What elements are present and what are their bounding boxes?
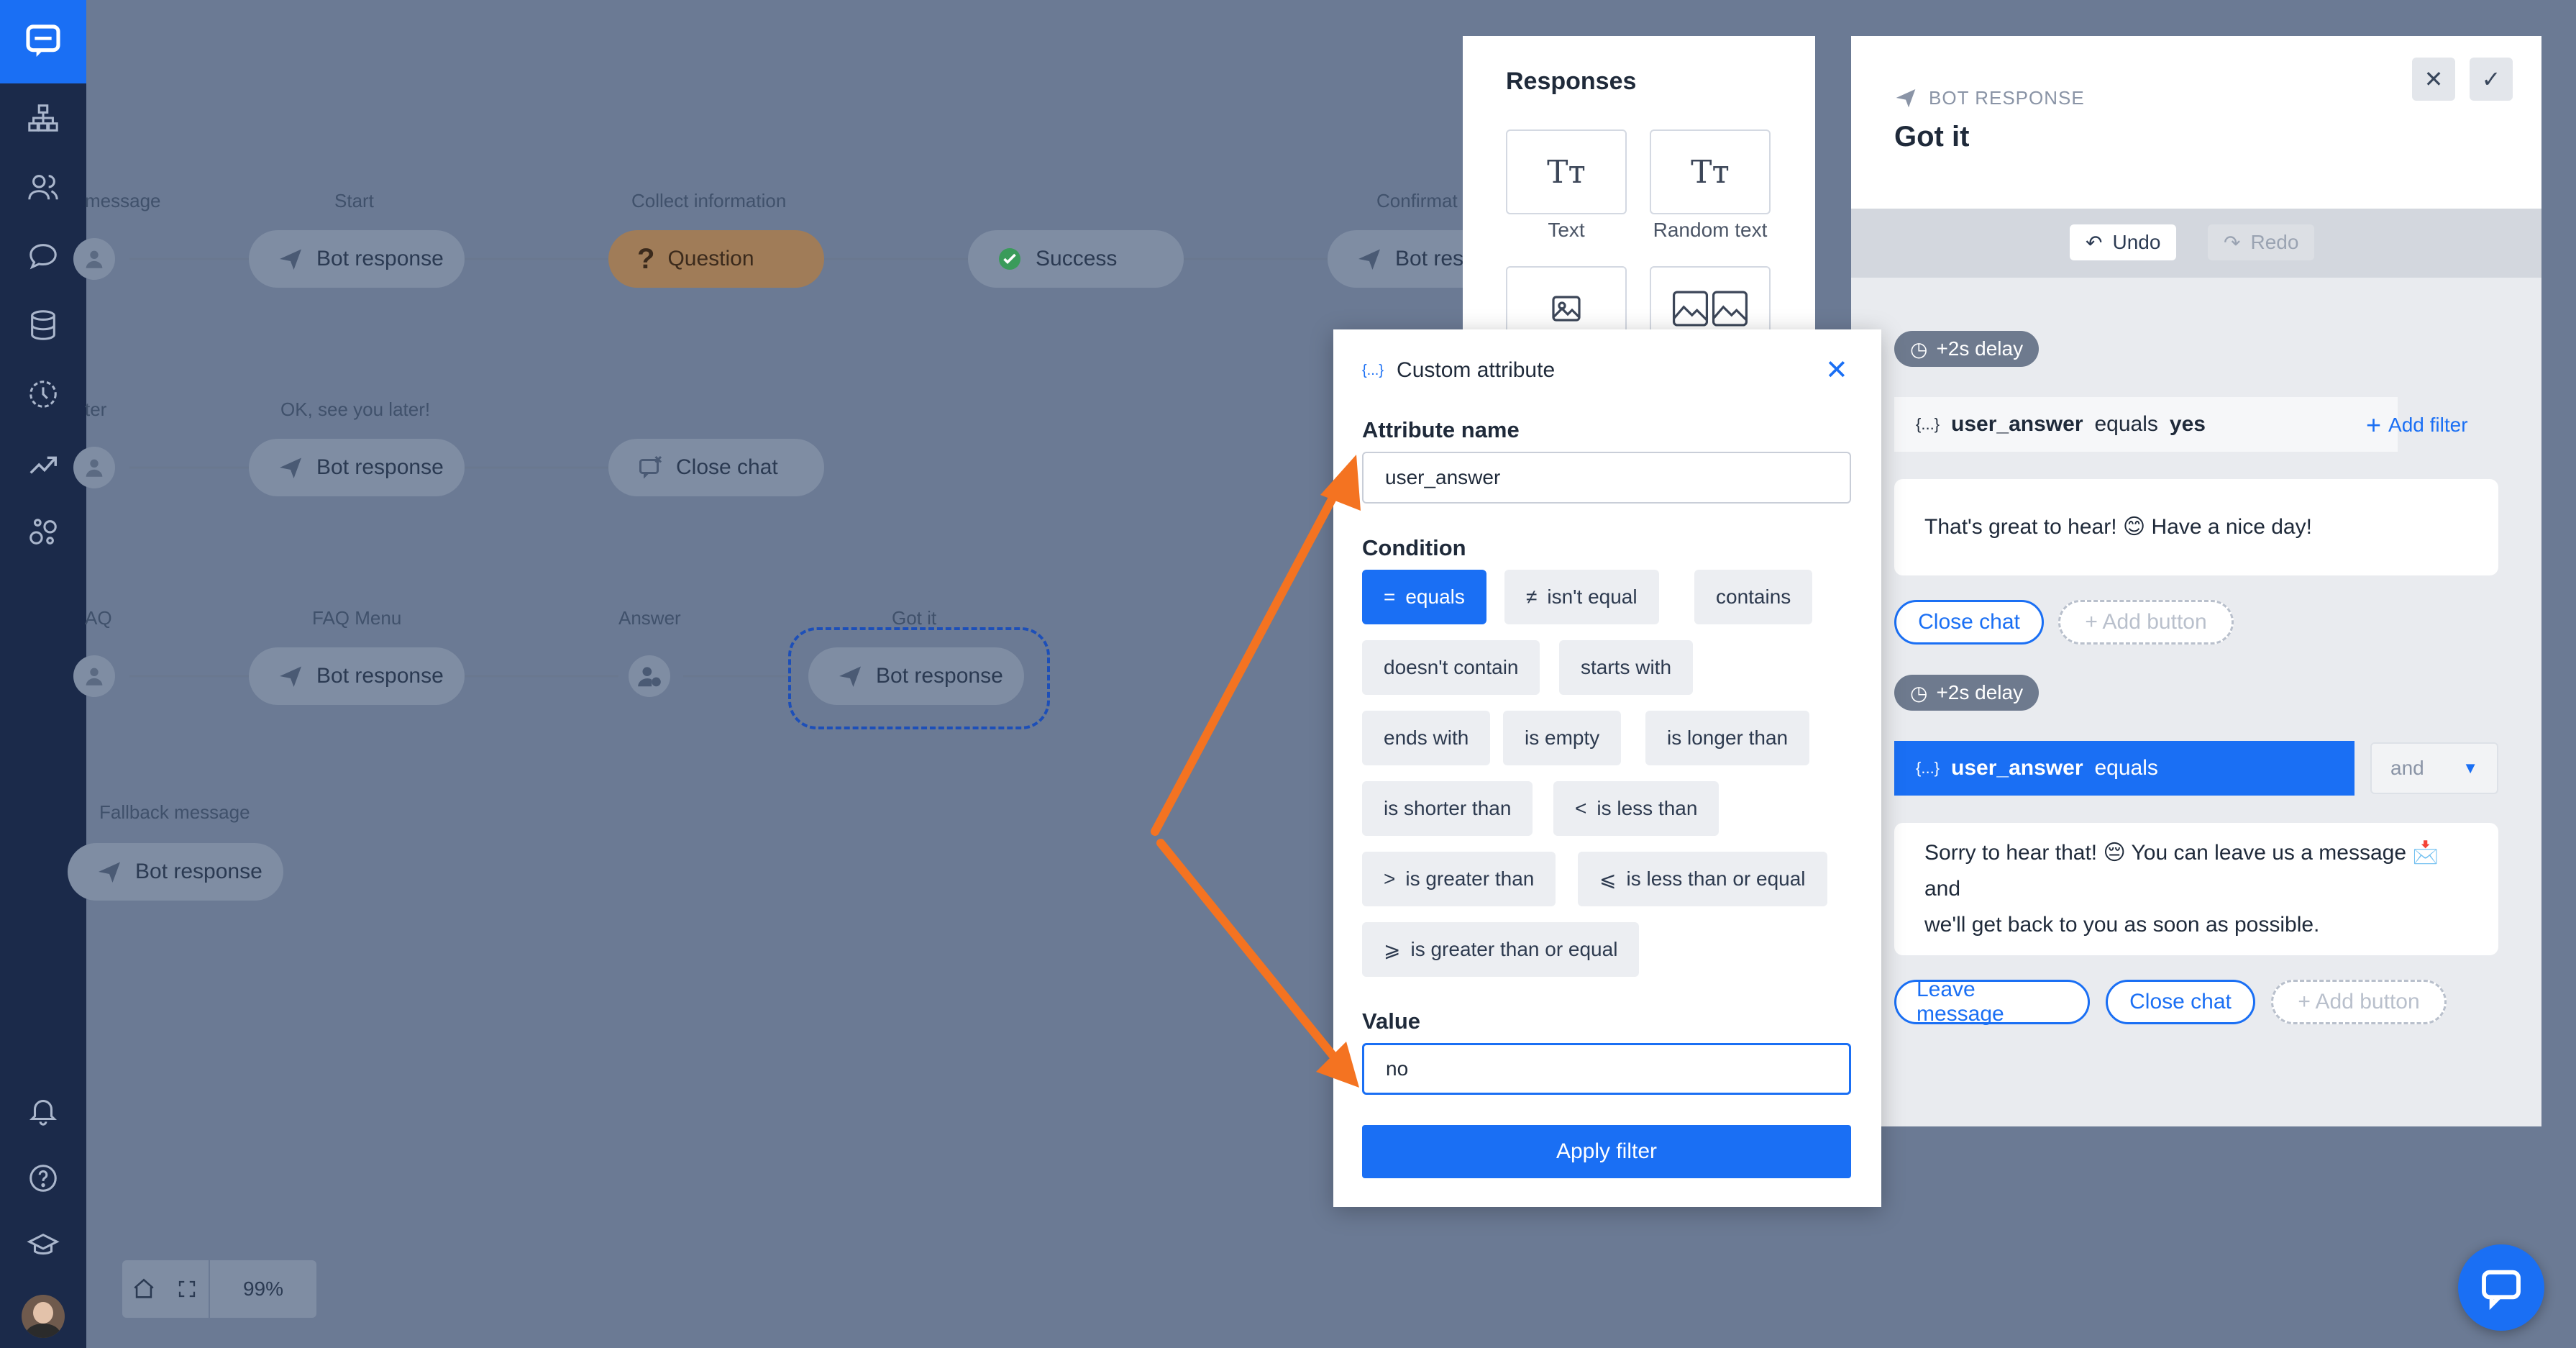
clock-icon: ◷ [1910, 681, 1928, 704]
user-icon [73, 238, 115, 280]
modal-title: Custom attribute [1397, 358, 1556, 382]
paper-plane-icon [280, 666, 301, 687]
chat-widget-button[interactable] [2458, 1244, 2544, 1331]
node-bot-response[interactable]: Bot response [249, 647, 465, 705]
condition-contains[interactable]: contains [1694, 570, 1813, 624]
chat-bubble-icon [2482, 1270, 2521, 1311]
condition-is-empty[interactable]: is empty [1503, 711, 1622, 765]
panel-header: BOT RESPONSE Got it ✕ ✓ [1851, 36, 2541, 209]
random-text-tile-label: Random text [1653, 219, 1768, 241]
text-tile[interactable]: Tт [1506, 129, 1627, 214]
redo-icon: ↷ [2224, 231, 2241, 254]
apply-filter-button[interactable]: Apply filter [1362, 1125, 1851, 1178]
redo-button[interactable]: ↷ Redo [2208, 224, 2315, 260]
panel-title: Got it [1894, 121, 1970, 152]
user-icon [73, 655, 115, 697]
responses-panel: Responses Tт Text Tт Random text [1463, 36, 1815, 351]
node-bot-response-partial[interactable]: Bot resp [1328, 230, 1476, 288]
plus-icon: + [2366, 410, 2382, 440]
delay-badge[interactable]: ◷ +2s delay [1894, 331, 2040, 367]
paper-plane-icon [1358, 249, 1380, 270]
custom-attribute-modal: {...} Custom attribute ✕ Attribute name … [1333, 329, 1881, 1207]
message-card[interactable]: Sorry to hear that! 😔 You can leave us a… [1894, 823, 2498, 955]
zoom-level: 99% [242, 1278, 284, 1300]
add-filter-button[interactable]: + Add filter [2366, 410, 2468, 440]
undo-redo-toolbar: ↶ Undo ↷ Redo [1851, 209, 2541, 278]
responses-title: Responses [1506, 68, 1637, 95]
node-success[interactable]: Success [968, 230, 1184, 288]
user-icon [73, 447, 115, 488]
gallery-icon [1672, 291, 1748, 327]
home-icon[interactable] [122, 1260, 165, 1318]
value-label: Value [1362, 1008, 1420, 1034]
condition-starts-with[interactable]: starts with [1559, 640, 1694, 695]
random-text-icon: Tт [1691, 153, 1730, 191]
question-mark-icon: ? [637, 242, 655, 275]
condition-is-greater-than[interactable]: > is greater than [1362, 852, 1556, 906]
node-bot-response[interactable]: Bot response [249, 230, 465, 288]
condition-is-less-than[interactable]: < is less than [1553, 781, 1719, 836]
node-question[interactable]: ? Question [608, 230, 824, 288]
add-button[interactable]: + Add button [2271, 980, 2447, 1024]
attribute-icon: {...} [1916, 759, 1940, 777]
paper-plane-icon [280, 249, 301, 270]
node-bot-response[interactable]: Bot response [249, 439, 465, 496]
active-filter-bar[interactable]: {...} user_answer equals [1894, 741, 2355, 796]
node-close-chat[interactable]: Close chat [608, 439, 824, 496]
text-tile-label: Text [1548, 219, 1585, 241]
fit-screen-icon[interactable] [165, 1260, 209, 1318]
condition-is-less-than-or-equal[interactable]: ⩽ is less than or equal [1578, 852, 1827, 906]
undo-button[interactable]: ↶ Undo [2070, 224, 2177, 260]
panel-kicker: BOT RESPONSE [1894, 86, 2085, 109]
random-text-tile[interactable]: Tт [1650, 129, 1771, 214]
undo-icon: ↶ [2086, 231, 2103, 254]
attribute-name-label: Attribute name [1362, 417, 1520, 442]
logic-select[interactable]: and ▼ [2370, 742, 2498, 794]
add-button[interactable]: + Add button [2058, 600, 2234, 645]
image-icon [1552, 296, 1581, 322]
clock-icon: ◷ [1910, 337, 1928, 360]
condition-doesnt-contain[interactable]: doesn't contain [1362, 640, 1540, 695]
chevron-down-icon: ▼ [2462, 759, 2478, 777]
paper-plane-icon [99, 862, 120, 883]
attribute-icon: {...} [1916, 415, 1940, 433]
modal-header: {...} Custom attribute [1362, 358, 1555, 383]
condition-is-longer-than[interactable]: is longer than [1645, 711, 1810, 765]
check-circle-icon [999, 248, 1020, 270]
node-bot-response-selected[interactable]: Bot response [808, 647, 1024, 705]
filter-bar[interactable]: {...} user_answer equals yes [1894, 397, 2398, 452]
confirm-check-icon[interactable]: ✓ [2470, 58, 2513, 101]
attribute-name-input[interactable]: user_answer [1362, 452, 1851, 504]
user-answer-icon[interactable] [629, 655, 670, 697]
close-chat-icon [639, 455, 662, 479]
zoom-control: 99% [122, 1260, 316, 1318]
paper-plane-icon [839, 666, 861, 687]
close-icon[interactable]: ✕ [2412, 58, 2455, 101]
condition-is-shorter-than[interactable]: is shorter than [1362, 781, 1533, 836]
close-icon[interactable]: ✕ [1825, 354, 1848, 386]
leave-message-button[interactable]: Leave message [1894, 978, 2090, 1026]
condition-equals[interactable]: = equals [1362, 570, 1486, 624]
bot-response-panel: BOT RESPONSE Got it ✕ ✓ ↶ Undo ↷ Redo ◷ … [1851, 36, 2541, 1126]
text-icon: Tт [1547, 153, 1586, 191]
close-chat-button[interactable]: Close chat [2106, 980, 2255, 1024]
delay-badge[interactable]: ◷ +2s delay [1894, 675, 2040, 711]
value-input[interactable]: no [1362, 1043, 1851, 1095]
node-fallback-bot-response[interactable]: Bot response [68, 843, 283, 901]
condition-isnt-equal[interactable]: ≠ isn't equal [1504, 570, 1659, 624]
condition-label: Condition [1362, 535, 1466, 560]
close-chat-button[interactable]: Close chat [1894, 600, 2044, 645]
paper-plane-icon [280, 457, 301, 478]
paper-plane-icon [1896, 89, 1916, 108]
message-card[interactable]: That's great to hear! 😊 Have a nice day! [1894, 479, 2498, 575]
attribute-icon: {...} [1362, 362, 1384, 378]
condition-ends-with[interactable]: ends with [1362, 711, 1491, 765]
condition-is-greater-than-or-equal[interactable]: ⩾ is greater than or equal [1362, 922, 1640, 977]
